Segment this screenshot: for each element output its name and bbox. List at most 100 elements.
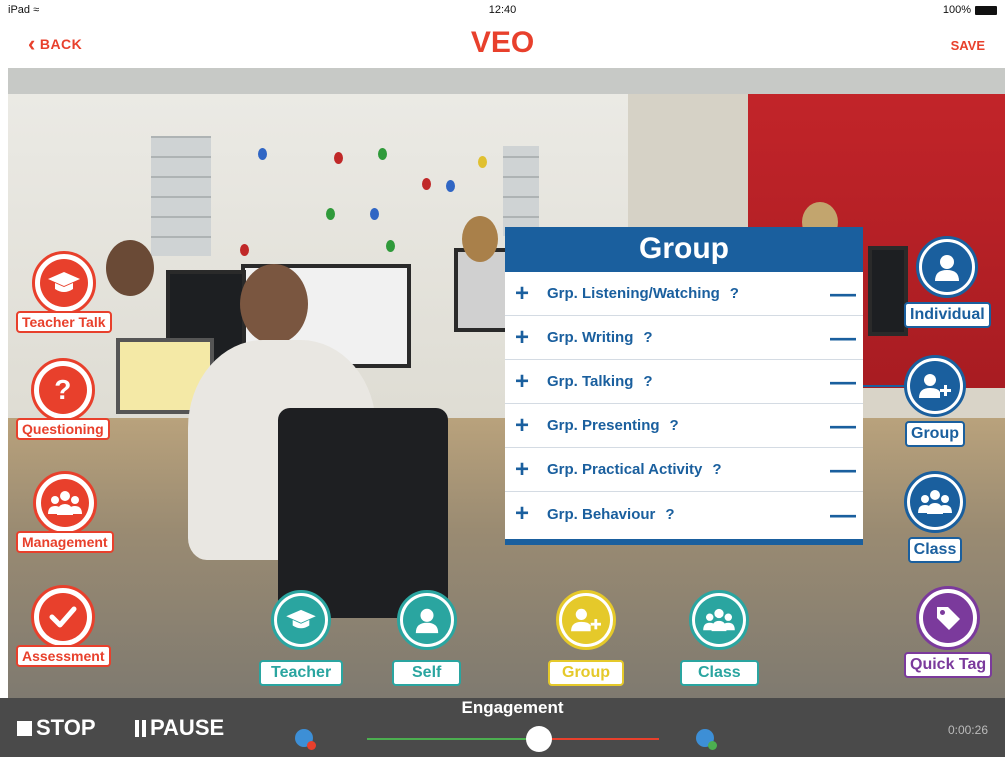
teacher-talk-button[interactable] bbox=[31, 251, 96, 315]
class-focus-label[interactable]: Class bbox=[680, 660, 759, 686]
panel-row: + Grp. Writing? — bbox=[505, 316, 863, 360]
icon-bg bbox=[402, 596, 451, 644]
teacher-focus-tool[interactable]: Teacher bbox=[259, 590, 344, 686]
minus-icon[interactable]: — bbox=[823, 366, 863, 397]
people-group-icon bbox=[47, 491, 82, 515]
engagement-slider-low[interactable] bbox=[367, 738, 539, 740]
battery-icon bbox=[975, 5, 997, 15]
teacher-talk-label[interactable]: Teacher Talk bbox=[16, 311, 112, 333]
graduation-cap-icon bbox=[47, 272, 80, 292]
row-label: Grp. Behaviour bbox=[547, 505, 656, 523]
plus-icon[interactable]: + bbox=[505, 324, 539, 352]
questioning-button[interactable]: ? bbox=[30, 358, 95, 422]
row-label-wrap: Grp. Writing? bbox=[539, 329, 823, 346]
plus-badge bbox=[708, 741, 717, 750]
save-button[interactable]: SAVE bbox=[951, 38, 985, 53]
class-label[interactable]: Class bbox=[907, 537, 963, 563]
plus-icon[interactable]: + bbox=[505, 456, 539, 484]
wall-dot bbox=[422, 178, 431, 190]
ceiling bbox=[8, 68, 1005, 94]
minus-icon[interactable]: — bbox=[823, 499, 863, 530]
group-focus-label[interactable]: Group bbox=[548, 660, 624, 686]
help-button[interactable]: ? bbox=[643, 373, 652, 390]
panel-row: + Grp. Behaviour? — bbox=[505, 492, 863, 536]
engagement-slider-high[interactable] bbox=[539, 738, 659, 740]
plus-icon[interactable]: + bbox=[505, 368, 539, 396]
glass-block-window bbox=[503, 146, 539, 236]
icon-bg bbox=[40, 479, 89, 527]
nav-bar: ‹ BACK VEO SAVE bbox=[0, 22, 1005, 68]
pause-button[interactable]: PAUSE bbox=[135, 715, 224, 741]
self-focus-button[interactable] bbox=[396, 590, 457, 650]
management-button[interactable] bbox=[32, 471, 97, 535]
people-group-icon bbox=[703, 608, 736, 632]
quick-tag-tool[interactable]: Quick Tag bbox=[904, 586, 993, 678]
icon-bg bbox=[562, 596, 610, 644]
row-label: Grp. Writing bbox=[547, 329, 634, 346]
group-button[interactable] bbox=[904, 355, 966, 417]
battery-status: 100% bbox=[943, 4, 997, 16]
pause-icon bbox=[135, 719, 146, 737]
group-focus-tool[interactable]: Group bbox=[548, 590, 624, 686]
teacher-focus-button[interactable] bbox=[271, 590, 332, 650]
class-focus-tool[interactable]: Class bbox=[680, 590, 759, 686]
row-label: Grp. Listening/Watching bbox=[547, 285, 720, 302]
assessment-tool[interactable]: Assessment bbox=[16, 585, 111, 667]
minus-icon[interactable]: — bbox=[823, 410, 863, 441]
help-button[interactable]: ? bbox=[643, 329, 652, 346]
assessment-button[interactable] bbox=[31, 585, 96, 649]
wall-dot bbox=[326, 208, 335, 220]
questioning-label[interactable]: Questioning bbox=[16, 418, 110, 440]
control-bar: STOP PAUSE Engagement 0:00:26 bbox=[0, 698, 1005, 757]
stop-button[interactable]: STOP bbox=[17, 715, 96, 741]
minus-icon[interactable]: — bbox=[823, 322, 863, 353]
class-focus-button[interactable] bbox=[689, 590, 750, 650]
quick-tag-button[interactable] bbox=[916, 586, 981, 650]
wall-dot bbox=[478, 156, 487, 168]
assessment-label[interactable]: Assessment bbox=[16, 645, 111, 667]
office-chair bbox=[278, 408, 448, 618]
minus-icon[interactable]: — bbox=[823, 278, 863, 309]
stop-label: STOP bbox=[36, 715, 96, 740]
plus-icon[interactable]: + bbox=[505, 280, 539, 308]
help-button[interactable]: ? bbox=[670, 417, 679, 434]
row-label-wrap: Grp. Practical Activity? bbox=[539, 461, 823, 478]
icon-bg bbox=[39, 259, 88, 307]
group-label[interactable]: Group bbox=[905, 421, 965, 447]
teacher-focus-label[interactable]: Teacher bbox=[259, 660, 344, 686]
wall-dot bbox=[258, 148, 267, 160]
happy-face-icon bbox=[696, 729, 717, 750]
questioning-tool[interactable]: ? Questioning bbox=[16, 358, 110, 440]
quick-tag-label[interactable]: Quick Tag bbox=[904, 652, 993, 678]
clock: 12:40 bbox=[488, 4, 517, 16]
sad-face-icon bbox=[295, 729, 316, 750]
engagement-slider-knob[interactable] bbox=[526, 726, 552, 752]
help-button[interactable]: ? bbox=[730, 285, 739, 302]
help-button[interactable]: ? bbox=[712, 461, 721, 478]
wall-dot bbox=[240, 244, 249, 256]
pause-label: PAUSE bbox=[150, 715, 225, 740]
panel-row: + Grp. Presenting? — bbox=[505, 404, 863, 448]
self-focus-label[interactable]: Self bbox=[392, 660, 462, 686]
class-button[interactable] bbox=[904, 471, 966, 533]
self-focus-tool[interactable]: Self bbox=[392, 590, 462, 686]
group-tool[interactable]: Group bbox=[904, 355, 966, 447]
teacher-talk-tool[interactable]: Teacher Talk bbox=[16, 251, 112, 333]
icon-bg bbox=[695, 596, 744, 644]
class-tool[interactable]: Class bbox=[904, 471, 966, 563]
management-label[interactable]: Management bbox=[16, 531, 114, 553]
minus-icon[interactable]: — bbox=[823, 454, 863, 485]
individual-label[interactable]: Individual bbox=[904, 302, 991, 328]
plus-icon[interactable]: + bbox=[505, 412, 539, 440]
stop-icon bbox=[17, 720, 32, 736]
status-bar: iPad ≈ 12:40 100% bbox=[0, 0, 1005, 22]
minus-badge bbox=[307, 741, 316, 750]
app-title: VEO bbox=[470, 26, 535, 59]
plus-icon[interactable]: + bbox=[505, 500, 539, 528]
individual-button[interactable] bbox=[916, 236, 979, 298]
help-button[interactable]: ? bbox=[665, 506, 674, 523]
individual-tool[interactable]: Individual bbox=[904, 236, 991, 328]
management-tool[interactable]: Management bbox=[16, 471, 114, 553]
battery-percent: 100% bbox=[942, 4, 971, 16]
group-focus-button[interactable] bbox=[556, 590, 616, 650]
